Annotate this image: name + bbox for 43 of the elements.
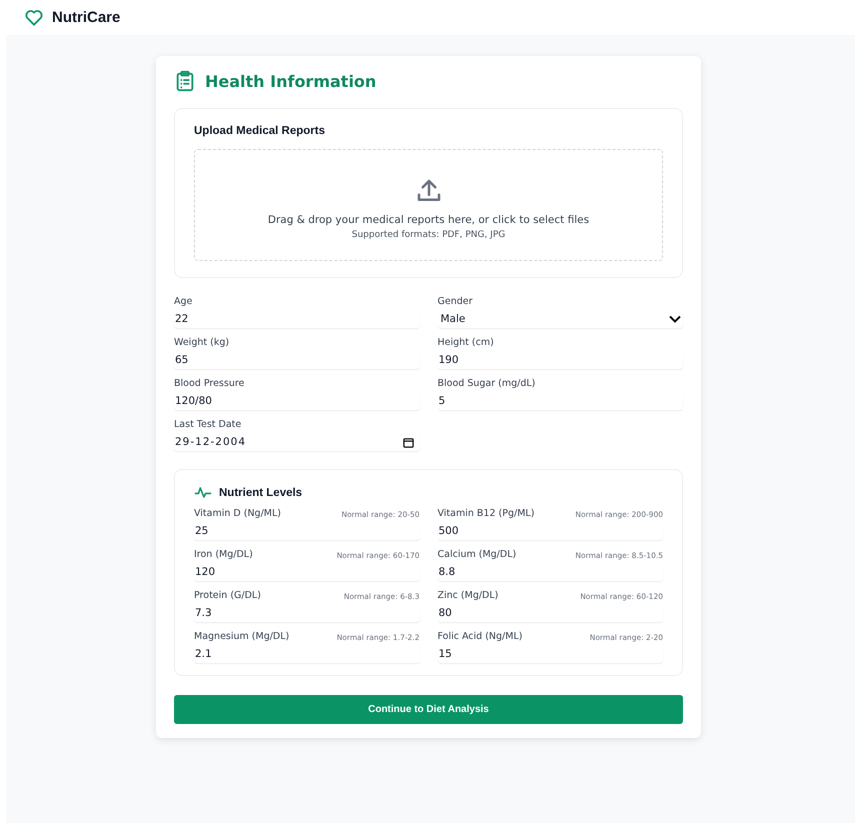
field-label: Blood Pressure	[174, 378, 246, 389]
nutrient-label: Protein (G/DL)	[194, 590, 261, 601]
field-label: Age	[174, 296, 194, 307]
pulse-icon	[194, 486, 212, 499]
input-field[interactable]: 22	[174, 310, 420, 328]
input-field[interactable]: 25	[194, 522, 420, 540]
field-label: Blood Sugar (mg/dL)	[438, 378, 536, 389]
drop-prompt: Drag & drop your medical reports here, or click to select files	[268, 214, 590, 226]
input-field[interactable]: 190	[438, 351, 683, 369]
input-field[interactable]: 120/80	[174, 392, 420, 410]
input-field[interactable]: 500	[438, 522, 663, 540]
calendar-icon	[402, 436, 414, 448]
heart-icon	[23, 8, 45, 28]
select-field[interactable]: Male	[438, 310, 683, 328]
input-field[interactable]: 8.8	[438, 563, 663, 581]
field-label: Last Test Date	[174, 419, 242, 430]
field-label: Height (cm)	[438, 337, 495, 348]
drop-zone[interactable]: Drag & drop your medical reports here, or click to select files Supported formats: PDF, PNG, JPG	[194, 149, 663, 261]
chevron-icon	[669, 315, 681, 323]
nutrient-label: Vitamin D (Ng/ML)	[194, 508, 281, 519]
input-field[interactable]: 65	[174, 351, 420, 369]
date-field[interactable]: 29-12-2004	[174, 433, 420, 451]
nutrient-label: Zinc (Mg/DL)	[438, 590, 498, 601]
input-field[interactable]: 2.1	[194, 645, 420, 663]
nutrient-title: Nutrient Levels	[219, 486, 302, 498]
nutrient-label: Folic Acid (Ng/ML)	[438, 631, 522, 642]
field-label: Weight (kg)	[174, 337, 230, 348]
nutrient-label: Vitamin B12 (Pg/ML)	[438, 508, 534, 519]
nutrient-label: Calcium (Mg/DL)	[438, 549, 516, 560]
clipboard-icon	[174, 70, 196, 92]
upload-title: Upload Medical Reports	[194, 125, 326, 137]
input-field[interactable]: 5	[438, 392, 683, 410]
app-name: NutriCare	[52, 9, 120, 26]
supported-formats: Supported formats: PDF, PNG, JPG	[352, 230, 506, 240]
continue-button[interactable]: Continue to Diet Analysis	[174, 695, 683, 724]
input-field[interactable]: 80	[438, 604, 663, 622]
input-field[interactable]: 7.3	[194, 604, 420, 622]
input-field[interactable]: 120	[194, 563, 420, 581]
nutrient-label: Iron (Mg/DL)	[194, 549, 253, 560]
field-label: Gender	[438, 296, 474, 307]
form-title: Health Information	[205, 72, 376, 90]
input-field[interactable]: 15	[438, 645, 663, 663]
nutrient-label: Magnesium (Mg/DL)	[194, 631, 290, 642]
